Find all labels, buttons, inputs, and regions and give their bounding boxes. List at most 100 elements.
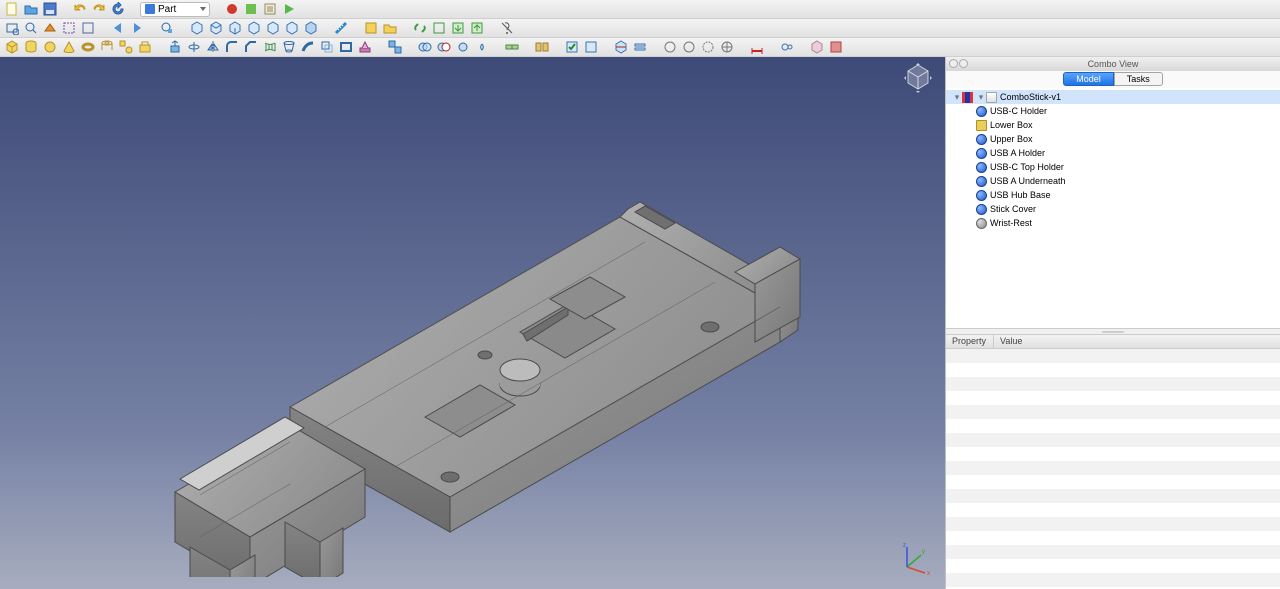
fuse-icon[interactable] [455, 39, 471, 55]
whats-this-icon[interactable] [499, 20, 515, 36]
refresh-icon[interactable] [110, 1, 126, 17]
appearance-icon[interactable] [719, 39, 735, 55]
draw-style-icon[interactable] [42, 20, 58, 36]
nav-back-icon[interactable] [110, 20, 126, 36]
common-icon[interactable] [474, 39, 490, 55]
projection-icon[interactable] [357, 39, 373, 55]
property-grid[interactable] [946, 349, 1280, 589]
app-icon [962, 92, 973, 103]
color-per-face-icon[interactable] [809, 39, 825, 55]
new-file-icon[interactable] [4, 1, 20, 17]
primitive-cube-icon[interactable] [4, 39, 20, 55]
measure-icon[interactable] [333, 20, 349, 36]
tree-item[interactable]: USB Hub Base [946, 188, 1280, 202]
link-import-icon[interactable] [450, 20, 466, 36]
extrude-icon[interactable] [167, 39, 183, 55]
tree-item-label: USB Hub Base [990, 190, 1051, 200]
macro-list-icon[interactable] [262, 1, 278, 17]
tree-item[interactable]: USB-C Holder [946, 104, 1280, 118]
link-make-icon[interactable] [412, 20, 428, 36]
link-actions-icon[interactable] [431, 20, 447, 36]
section-icon[interactable] [613, 39, 629, 55]
box-selection-icon[interactable] [700, 39, 716, 55]
check-geometry-icon[interactable] [564, 39, 580, 55]
part-icon [976, 204, 987, 215]
attachment-icon[interactable] [779, 39, 795, 55]
navigation-cube[interactable] [901, 61, 935, 95]
import-icon[interactable] [662, 39, 678, 55]
panel-close-icon[interactable] [959, 59, 968, 68]
panel-splitter[interactable] [946, 328, 1280, 335]
view-left-icon[interactable] [303, 20, 319, 36]
tree-item[interactable]: Upper Box [946, 132, 1280, 146]
view-right-icon[interactable] [246, 20, 262, 36]
panel-pin-icon[interactable] [949, 59, 958, 68]
macro-stop-icon[interactable] [243, 1, 259, 17]
offset3d-icon[interactable] [319, 39, 335, 55]
link-export-icon[interactable] [469, 20, 485, 36]
tree-item-label: USB A Holder [990, 148, 1045, 158]
tab-tasks[interactable]: Tasks [1114, 72, 1163, 86]
undo-icon[interactable] [72, 1, 88, 17]
measure-linear-icon[interactable] [749, 39, 765, 55]
cross-sections-icon[interactable] [632, 39, 648, 55]
primitives-menu-icon[interactable] [118, 39, 134, 55]
primitive-torus-icon[interactable] [80, 39, 96, 55]
redo-icon[interactable] [91, 1, 107, 17]
sweep-icon[interactable] [300, 39, 316, 55]
bounding-box-icon[interactable] [61, 20, 77, 36]
defeaturing-icon[interactable] [583, 39, 599, 55]
property-col-label: Property [946, 335, 994, 348]
tree-item[interactable]: Stick Cover [946, 202, 1280, 216]
shape-builder-icon[interactable] [137, 39, 153, 55]
loft-icon[interactable] [281, 39, 297, 55]
compound-icon[interactable] [387, 39, 403, 55]
tree-item[interactable]: USB-C Top Holder [946, 160, 1280, 174]
fillet-icon[interactable] [224, 39, 240, 55]
save-file-icon[interactable] [42, 1, 58, 17]
primitive-cone-icon[interactable] [61, 39, 77, 55]
tab-model[interactable]: Model [1063, 72, 1114, 86]
part-icon [976, 218, 987, 229]
thickness-icon[interactable] [338, 39, 354, 55]
chamfer-icon[interactable] [243, 39, 259, 55]
tree-item[interactable]: Lower Box [946, 118, 1280, 132]
3d-viewport[interactable]: x y z [0, 57, 945, 589]
view-front-icon[interactable] [208, 20, 224, 36]
view-top-icon[interactable] [227, 20, 243, 36]
revolve-icon[interactable] [186, 39, 202, 55]
boolean-icon[interactable] [417, 39, 433, 55]
tree-item[interactable]: Wrist-Rest [946, 216, 1280, 230]
mirror-icon[interactable] [205, 39, 221, 55]
toolbar-row-part [0, 38, 1280, 57]
view-rear-icon[interactable] [265, 20, 281, 36]
nav-forward-icon[interactable] [129, 20, 145, 36]
tree-item[interactable]: USB A Holder [946, 146, 1280, 160]
macro-record-icon[interactable] [224, 1, 240, 17]
primitive-cylinder-icon[interactable] [23, 39, 39, 55]
join-connect-icon[interactable] [504, 39, 520, 55]
group-create-icon[interactable] [382, 20, 398, 36]
split-icon[interactable] [534, 39, 550, 55]
primitive-tube-icon[interactable] [99, 39, 115, 55]
cut-icon[interactable] [436, 39, 452, 55]
tree-root[interactable]: ▾ ▾ ComboStick-v1 [946, 90, 1280, 104]
tree-item-label: USB A Underneath [990, 176, 1066, 186]
fit-all-icon[interactable] [4, 20, 20, 36]
combo-view-panel: Combo View Model Tasks ▾ ▾ ComboStick-v1… [945, 57, 1280, 589]
model-tree[interactable]: ▾ ▾ ComboStick-v1 USB-C HolderLower BoxU… [946, 88, 1280, 328]
goto-linked-icon[interactable] [159, 20, 175, 36]
convert-to-solid-icon[interactable] [828, 39, 844, 55]
fit-selection-icon[interactable] [23, 20, 39, 36]
view-bottom-icon[interactable] [284, 20, 300, 36]
ruled-surface-icon[interactable] [262, 39, 278, 55]
export-icon[interactable] [681, 39, 697, 55]
wireframe-icon[interactable] [80, 20, 96, 36]
workbench-selector[interactable]: Part [140, 2, 210, 17]
primitive-sphere-icon[interactable] [42, 39, 58, 55]
view-iso-icon[interactable] [189, 20, 205, 36]
tree-item[interactable]: USB A Underneath [946, 174, 1280, 188]
macro-run-icon[interactable] [281, 1, 297, 17]
part-create-icon[interactable] [363, 20, 379, 36]
open-file-icon[interactable] [23, 1, 39, 17]
